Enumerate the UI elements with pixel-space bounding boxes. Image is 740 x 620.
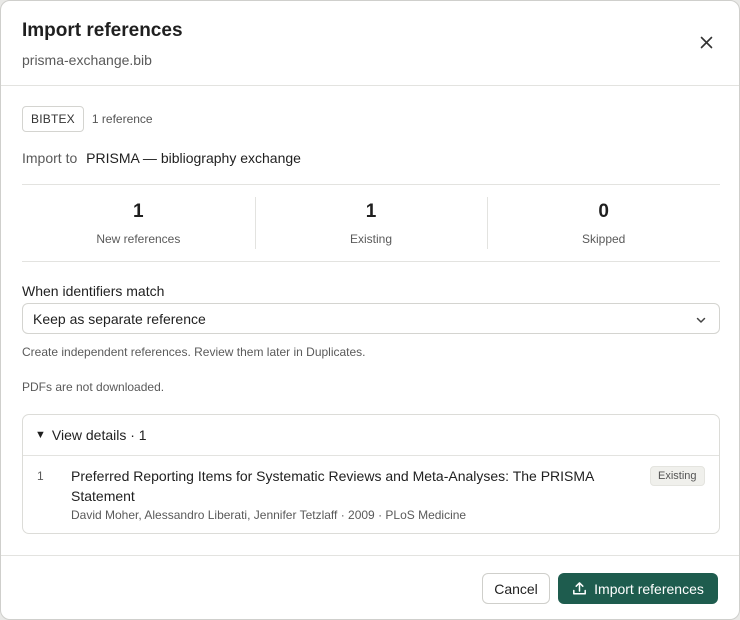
pdf-note: PDFs are not downloaded.: [22, 380, 165, 394]
details-toggle[interactable]: ▼ View details · 1: [23, 415, 719, 456]
upload-icon: [572, 581, 587, 596]
item-index: 1: [37, 469, 44, 483]
reference-count: 1 reference: [91, 112, 153, 126]
source-info: BIBTEX 1 reference: [22, 106, 153, 132]
import-stats: 1 New references 1 Existing 0 Skipped: [22, 184, 720, 262]
cancel-button[interactable]: Cancel: [482, 573, 550, 604]
stat-value: 1: [133, 201, 144, 222]
import-to-library: PRISMA — bibliography exchange: [86, 150, 301, 166]
match-behavior-select[interactable]: Keep as separate reference: [22, 303, 720, 334]
details-summary-label: View details · 1: [51, 427, 147, 443]
status-badge: Existing: [650, 466, 705, 486]
stat-value: 1: [365, 201, 377, 222]
import-references-dialog: Import references prisma-exchange.bib BI…: [0, 0, 740, 620]
stat-existing: 1 Existing: [254, 185, 488, 261]
close-icon: [700, 36, 713, 52]
match-behavior-help: Create independent references. Review th…: [22, 345, 366, 359]
import-to-label: Import to: [22, 150, 78, 166]
stat-label: Skipped: [581, 232, 626, 246]
file-name: prisma-exchange.bib: [22, 52, 152, 68]
details-panel: ▼ View details · 1 1 Preferred Reporting…: [22, 414, 720, 534]
stat-value: 0: [598, 201, 609, 222]
stat-new-references: 1 New references: [22, 185, 255, 261]
stat-label: New references: [96, 232, 181, 246]
match-behavior-label: When identifiers match: [22, 283, 165, 299]
caret-down-icon: ▼: [35, 429, 46, 441]
match-behavior-value: Keep as separate reference: [33, 310, 206, 327]
dialog-footer: Cancel Import references: [1, 555, 739, 619]
close-button[interactable]: [693, 31, 719, 57]
import-target: Import to PRISMA — bibliography exchange: [22, 150, 301, 166]
chevron-down-icon: [695, 313, 707, 329]
import-references-button[interactable]: Import references: [558, 573, 718, 604]
dialog-title: Import references: [22, 20, 183, 41]
item-meta: David Moher, Alessandro Liberati, Jennif…: [71, 508, 467, 522]
item-title: Preferred Reporting Items for Systematic…: [71, 468, 594, 504]
format-badge: BIBTEX: [22, 106, 84, 132]
stat-label: Existing: [349, 232, 393, 246]
import-button-label: Import references: [594, 580, 704, 597]
dialog-header: Import references prisma-exchange.bib: [1, 1, 739, 86]
stat-skipped: 0 Skipped: [487, 185, 720, 261]
